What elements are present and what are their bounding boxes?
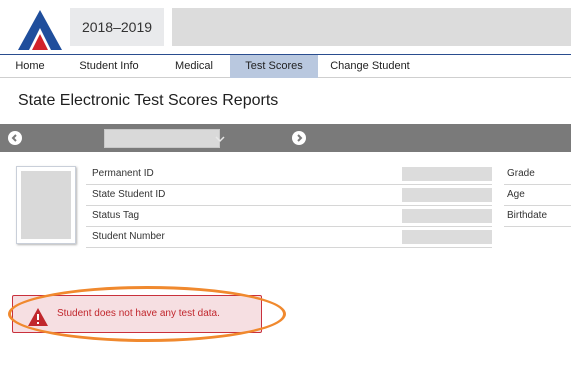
student-select[interactable]	[104, 129, 220, 148]
student-photo	[16, 166, 76, 244]
nav-medical[interactable]: Medical	[164, 55, 224, 78]
value-status-tag	[402, 209, 492, 223]
label-birthdate: Birthdate	[507, 210, 548, 221]
label-age: Age	[507, 189, 525, 200]
top-bar: 2018–2019	[0, 0, 571, 54]
info-row-birthdate: Birthdate	[504, 206, 571, 227]
no-test-data-alert: Student does not have any test data.	[12, 295, 262, 333]
label-status-tag: Status Tag	[92, 210, 140, 221]
value-student-number	[402, 230, 492, 244]
next-student-button[interactable]	[292, 131, 306, 145]
info-row-age: Age	[504, 185, 571, 206]
label-student-number: Student Number	[92, 231, 165, 242]
nav-change-student[interactable]: Change Student	[322, 55, 418, 78]
info-row-state-student-id: State Student ID	[86, 185, 492, 206]
label-permanent-id: Permanent ID	[92, 168, 154, 179]
info-row-status-tag: Status Tag	[86, 206, 492, 227]
label-grade: Grade	[507, 168, 535, 179]
info-row-student-number: Student Number	[86, 227, 492, 248]
chevron-left-circle-icon	[11, 134, 17, 142]
info-row-grade: Grade	[504, 164, 571, 185]
alert-message: Student does not have any test data.	[57, 308, 220, 319]
student-navigation-bar	[0, 124, 571, 152]
label-state-student-id: State Student ID	[92, 189, 166, 200]
warning-triangle-icon	[27, 307, 49, 327]
student-photo-placeholder	[21, 171, 71, 239]
value-state-student-id	[402, 188, 492, 202]
aeries-logo[interactable]	[18, 10, 62, 50]
info-row-permanent-id: Permanent ID	[86, 164, 492, 185]
main-nav: Home Student Info Medical Test Scores Ch…	[0, 54, 571, 78]
header-search-area[interactable]	[172, 8, 571, 46]
page-title: State Electronic Test Scores Reports	[18, 92, 279, 109]
nav-student-info[interactable]: Student Info	[64, 55, 154, 78]
aeries-a-logo-icon	[18, 10, 62, 50]
school-year-selector[interactable]: 2018–2019	[70, 8, 164, 46]
nav-home[interactable]: Home	[10, 55, 50, 78]
chevron-right-circle-icon	[297, 134, 303, 142]
value-permanent-id	[402, 167, 492, 181]
previous-student-button[interactable]	[8, 131, 22, 145]
nav-test-scores[interactable]: Test Scores	[230, 55, 318, 78]
chevron-down-icon	[214, 131, 226, 143]
